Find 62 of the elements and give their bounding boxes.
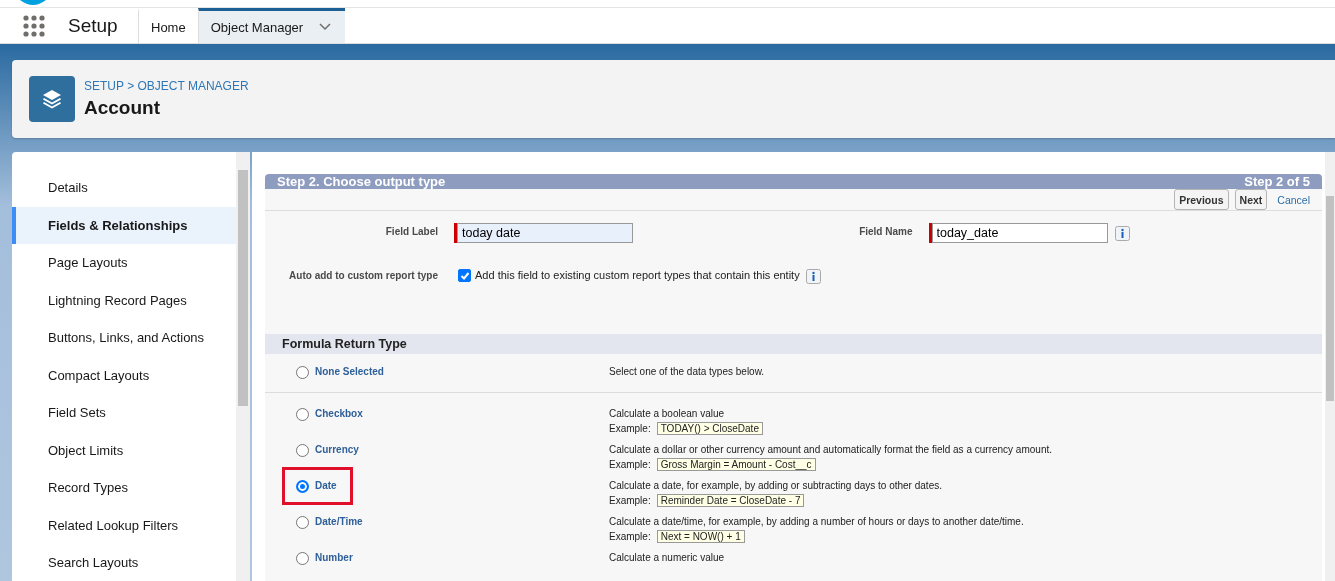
field-label-input[interactable]: today date: [457, 223, 633, 243]
nav-tab[interactable]: Home: [138, 8, 198, 43]
scrollbar[interactable]: [1325, 152, 1335, 581]
example-formula: Reminder Date = CloseDate - 7: [656, 494, 805, 507]
checkbox-label: Add this field to existing custom report types that contain this entity: [475, 269, 800, 281]
nav-tab[interactable]: Object Manager: [197, 8, 346, 43]
checkbox[interactable]: [458, 269, 471, 282]
example-label: Example:: [609, 495, 651, 506]
wizard-button[interactable]: Next: [1234, 189, 1268, 210]
example-label: Example:: [609, 423, 651, 434]
example-label: Example:: [609, 459, 651, 470]
info-icon[interactable]: [805, 269, 821, 284]
info-icon[interactable]: [1114, 226, 1130, 241]
sidebar-item[interactable]: Details: [12, 169, 236, 207]
scrollbar[interactable]: [236, 152, 250, 581]
field-label: Field Name: [858, 225, 913, 237]
sidebar-item[interactable]: Record Types: [12, 469, 236, 507]
example-label: Example:: [609, 531, 651, 542]
option-description: Calculate a date/time, for example, by adding a number of hours or days to another date/time.: [609, 516, 1024, 527]
example-formula: TODAY() > CloseDate: [656, 422, 763, 435]
field-label: Field Label: [384, 225, 438, 237]
option-label[interactable]: Date/Time: [315, 516, 363, 527]
radio-button[interactable]: [296, 444, 309, 457]
example-formula: Next = NOW() + 1: [656, 530, 745, 543]
option-description: Calculate a dollar or other currency amount and automatically format the field as a currency amount.: [609, 444, 1052, 455]
option-description: Calculate a numeric value: [609, 552, 725, 563]
layers-icon: [29, 76, 75, 122]
option-description: Calculate a date, for example, by adding or subtracting days to other dates.: [609, 480, 942, 491]
sidebar-item[interactable]: Field Sets: [12, 394, 236, 432]
option-label[interactable]: Checkbox: [315, 408, 363, 419]
field-name-input[interactable]: today_date: [931, 223, 1108, 243]
example-formula: Gross Margin = Amount - Cost__c: [656, 458, 816, 471]
sidebar-item[interactable]: Lightning Record Pages: [12, 281, 236, 319]
breadcrumb-link[interactable]: SETUP > OBJECT MANAGER: [84, 79, 249, 93]
option-description: Calculate a boolean value: [609, 408, 726, 419]
radio-button[interactable]: [296, 408, 309, 421]
step-title: Step 2. Choose output type: [277, 174, 446, 189]
section-header: Formula Return Type: [265, 334, 1322, 354]
sidebar-item[interactable]: Object Limits: [12, 431, 236, 469]
radio-button[interactable]: [296, 366, 309, 379]
wizard-button[interactable]: Previous: [1174, 189, 1229, 210]
radio-button[interactable]: [296, 516, 309, 529]
option-label[interactable]: Currency: [315, 444, 359, 455]
cancel-link[interactable]: Cancel: [1277, 193, 1310, 206]
option-label[interactable]: None Selected: [315, 366, 384, 377]
sidebar-item[interactable]: Fields & Relationships: [12, 206, 236, 244]
app-launcher-icon[interactable]: [23, 14, 45, 37]
radio-button[interactable]: [296, 480, 309, 493]
sidebar-item[interactable]: Page Layouts: [12, 244, 236, 282]
sidebar-item[interactable]: Related Lookup Filters: [12, 506, 236, 544]
radio-button[interactable]: [296, 552, 309, 565]
sidebar-item[interactable]: Buttons, Links, and Actions: [12, 319, 236, 357]
field-label: Auto add to custom report type: [288, 269, 438, 281]
sidebar-item[interactable]: Search Layouts: [12, 544, 236, 581]
app-title: Setup: [68, 14, 119, 37]
option-description: Select one of the data types below.: [609, 366, 765, 377]
object-title: Account: [84, 97, 161, 119]
sidebar-item[interactable]: Compact Layouts: [12, 356, 236, 394]
option-label[interactable]: Number: [315, 552, 353, 563]
option-label[interactable]: Date: [315, 480, 337, 491]
chevron-down-icon[interactable]: [319, 23, 332, 31]
step-counter: Step 2 of 5: [1244, 174, 1310, 189]
